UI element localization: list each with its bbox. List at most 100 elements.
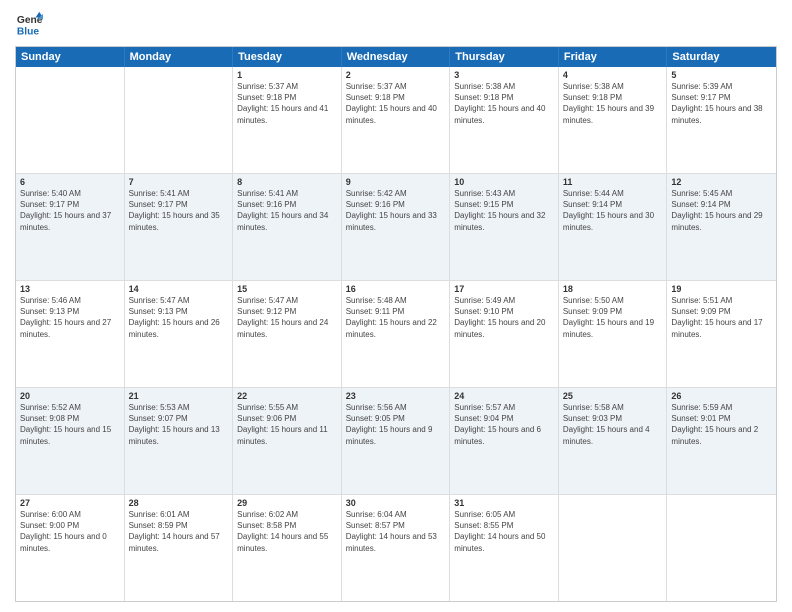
day-cell-11: 11Sunrise: 5:44 AMSunset: 9:14 PMDayligh… xyxy=(559,174,668,280)
day-number: 23 xyxy=(346,391,446,401)
day-number: 1 xyxy=(237,70,337,80)
day-number: 11 xyxy=(563,177,663,187)
day-cell-14: 14Sunrise: 5:47 AMSunset: 9:13 PMDayligh… xyxy=(125,281,234,387)
day-cell-16: 16Sunrise: 5:48 AMSunset: 9:11 PMDayligh… xyxy=(342,281,451,387)
day-cell-10: 10Sunrise: 5:43 AMSunset: 9:15 PMDayligh… xyxy=(450,174,559,280)
day-cell-23: 23Sunrise: 5:56 AMSunset: 9:05 PMDayligh… xyxy=(342,388,451,494)
day-cell-15: 15Sunrise: 5:47 AMSunset: 9:12 PMDayligh… xyxy=(233,281,342,387)
day-number: 3 xyxy=(454,70,554,80)
day-cell-6: 6Sunrise: 5:40 AMSunset: 9:17 PMDaylight… xyxy=(16,174,125,280)
day-number: 14 xyxy=(129,284,229,294)
day-number: 18 xyxy=(563,284,663,294)
cell-info: Sunrise: 5:39 AMSunset: 9:17 PMDaylight:… xyxy=(671,81,772,126)
day-cell-24: 24Sunrise: 5:57 AMSunset: 9:04 PMDayligh… xyxy=(450,388,559,494)
header-day-tuesday: Tuesday xyxy=(233,47,342,67)
cell-info: Sunrise: 5:48 AMSunset: 9:11 PMDaylight:… xyxy=(346,295,446,340)
cell-info: Sunrise: 5:56 AMSunset: 9:05 PMDaylight:… xyxy=(346,402,446,447)
day-cell-19: 19Sunrise: 5:51 AMSunset: 9:09 PMDayligh… xyxy=(667,281,776,387)
day-number: 5 xyxy=(671,70,772,80)
day-cell-27: 27Sunrise: 6:00 AMSunset: 9:00 PMDayligh… xyxy=(16,495,125,601)
day-number: 7 xyxy=(129,177,229,187)
cell-info: Sunrise: 5:47 AMSunset: 9:13 PMDaylight:… xyxy=(129,295,229,340)
day-cell-18: 18Sunrise: 5:50 AMSunset: 9:09 PMDayligh… xyxy=(559,281,668,387)
empty-cell-r0-c1 xyxy=(125,67,234,173)
day-cell-8: 8Sunrise: 5:41 AMSunset: 9:16 PMDaylight… xyxy=(233,174,342,280)
empty-cell-r4-c5 xyxy=(559,495,668,601)
cell-info: Sunrise: 5:41 AMSunset: 9:17 PMDaylight:… xyxy=(129,188,229,233)
day-cell-28: 28Sunrise: 6:01 AMSunset: 8:59 PMDayligh… xyxy=(125,495,234,601)
calendar-page: General Blue SundayMondayTuesdayWednesda… xyxy=(0,0,792,612)
header-day-friday: Friday xyxy=(559,47,668,67)
cell-info: Sunrise: 5:57 AMSunset: 9:04 PMDaylight:… xyxy=(454,402,554,447)
cell-info: Sunrise: 5:55 AMSunset: 9:06 PMDaylight:… xyxy=(237,402,337,447)
cell-info: Sunrise: 5:51 AMSunset: 9:09 PMDaylight:… xyxy=(671,295,772,340)
cell-info: Sunrise: 5:41 AMSunset: 9:16 PMDaylight:… xyxy=(237,188,337,233)
cell-info: Sunrise: 5:52 AMSunset: 9:08 PMDaylight:… xyxy=(20,402,120,447)
day-number: 28 xyxy=(129,498,229,508)
day-number: 21 xyxy=(129,391,229,401)
day-cell-20: 20Sunrise: 5:52 AMSunset: 9:08 PMDayligh… xyxy=(16,388,125,494)
day-number: 6 xyxy=(20,177,120,187)
calendar-header: SundayMondayTuesdayWednesdayThursdayFrid… xyxy=(16,47,776,67)
day-number: 12 xyxy=(671,177,772,187)
cell-info: Sunrise: 5:53 AMSunset: 9:07 PMDaylight:… xyxy=(129,402,229,447)
day-number: 4 xyxy=(563,70,663,80)
header-day-sunday: Sunday xyxy=(16,47,125,67)
day-cell-17: 17Sunrise: 5:49 AMSunset: 9:10 PMDayligh… xyxy=(450,281,559,387)
cell-info: Sunrise: 5:59 AMSunset: 9:01 PMDaylight:… xyxy=(671,402,772,447)
empty-cell-r4-c6 xyxy=(667,495,776,601)
cell-info: Sunrise: 5:50 AMSunset: 9:09 PMDaylight:… xyxy=(563,295,663,340)
day-cell-3: 3Sunrise: 5:38 AMSunset: 9:18 PMDaylight… xyxy=(450,67,559,173)
day-number: 31 xyxy=(454,498,554,508)
day-number: 30 xyxy=(346,498,446,508)
cell-info: Sunrise: 5:42 AMSunset: 9:16 PMDaylight:… xyxy=(346,188,446,233)
day-number: 9 xyxy=(346,177,446,187)
day-number: 19 xyxy=(671,284,772,294)
day-cell-13: 13Sunrise: 5:46 AMSunset: 9:13 PMDayligh… xyxy=(16,281,125,387)
day-number: 16 xyxy=(346,284,446,294)
day-cell-12: 12Sunrise: 5:45 AMSunset: 9:14 PMDayligh… xyxy=(667,174,776,280)
cell-info: Sunrise: 6:04 AMSunset: 8:57 PMDaylight:… xyxy=(346,509,446,554)
calendar-row-4: 27Sunrise: 6:00 AMSunset: 9:00 PMDayligh… xyxy=(16,495,776,601)
cell-info: Sunrise: 6:02 AMSunset: 8:58 PMDaylight:… xyxy=(237,509,337,554)
header-day-saturday: Saturday xyxy=(667,47,776,67)
cell-info: Sunrise: 5:37 AMSunset: 9:18 PMDaylight:… xyxy=(237,81,337,126)
day-number: 27 xyxy=(20,498,120,508)
day-cell-9: 9Sunrise: 5:42 AMSunset: 9:16 PMDaylight… xyxy=(342,174,451,280)
day-number: 25 xyxy=(563,391,663,401)
calendar-row-0: 1Sunrise: 5:37 AMSunset: 9:18 PMDaylight… xyxy=(16,67,776,174)
day-cell-25: 25Sunrise: 5:58 AMSunset: 9:03 PMDayligh… xyxy=(559,388,668,494)
day-number: 10 xyxy=(454,177,554,187)
svg-text:Blue: Blue xyxy=(17,26,40,37)
cell-info: Sunrise: 5:37 AMSunset: 9:18 PMDaylight:… xyxy=(346,81,446,126)
cell-info: Sunrise: 5:58 AMSunset: 9:03 PMDaylight:… xyxy=(563,402,663,447)
empty-cell-r0-c0 xyxy=(16,67,125,173)
cell-info: Sunrise: 5:38 AMSunset: 9:18 PMDaylight:… xyxy=(454,81,554,126)
day-cell-22: 22Sunrise: 5:55 AMSunset: 9:06 PMDayligh… xyxy=(233,388,342,494)
day-number: 24 xyxy=(454,391,554,401)
day-cell-21: 21Sunrise: 5:53 AMSunset: 9:07 PMDayligh… xyxy=(125,388,234,494)
day-number: 8 xyxy=(237,177,337,187)
cell-info: Sunrise: 5:49 AMSunset: 9:10 PMDaylight:… xyxy=(454,295,554,340)
cell-info: Sunrise: 6:05 AMSunset: 8:55 PMDaylight:… xyxy=(454,509,554,554)
day-number: 20 xyxy=(20,391,120,401)
calendar-row-1: 6Sunrise: 5:40 AMSunset: 9:17 PMDaylight… xyxy=(16,174,776,281)
day-cell-2: 2Sunrise: 5:37 AMSunset: 9:18 PMDaylight… xyxy=(342,67,451,173)
cell-info: Sunrise: 6:00 AMSunset: 9:00 PMDaylight:… xyxy=(20,509,120,554)
calendar: SundayMondayTuesdayWednesdayThursdayFrid… xyxy=(15,46,777,602)
day-cell-1: 1Sunrise: 5:37 AMSunset: 9:18 PMDaylight… xyxy=(233,67,342,173)
cell-info: Sunrise: 5:45 AMSunset: 9:14 PMDaylight:… xyxy=(671,188,772,233)
cell-info: Sunrise: 5:38 AMSunset: 9:18 PMDaylight:… xyxy=(563,81,663,126)
day-number: 29 xyxy=(237,498,337,508)
day-number: 13 xyxy=(20,284,120,294)
cell-info: Sunrise: 5:43 AMSunset: 9:15 PMDaylight:… xyxy=(454,188,554,233)
cell-info: Sunrise: 5:46 AMSunset: 9:13 PMDaylight:… xyxy=(20,295,120,340)
cell-info: Sunrise: 5:40 AMSunset: 9:17 PMDaylight:… xyxy=(20,188,120,233)
day-cell-26: 26Sunrise: 5:59 AMSunset: 9:01 PMDayligh… xyxy=(667,388,776,494)
cell-info: Sunrise: 5:47 AMSunset: 9:12 PMDaylight:… xyxy=(237,295,337,340)
day-number: 15 xyxy=(237,284,337,294)
calendar-body: 1Sunrise: 5:37 AMSunset: 9:18 PMDaylight… xyxy=(16,67,776,601)
day-cell-31: 31Sunrise: 6:05 AMSunset: 8:55 PMDayligh… xyxy=(450,495,559,601)
day-cell-7: 7Sunrise: 5:41 AMSunset: 9:17 PMDaylight… xyxy=(125,174,234,280)
day-number: 26 xyxy=(671,391,772,401)
